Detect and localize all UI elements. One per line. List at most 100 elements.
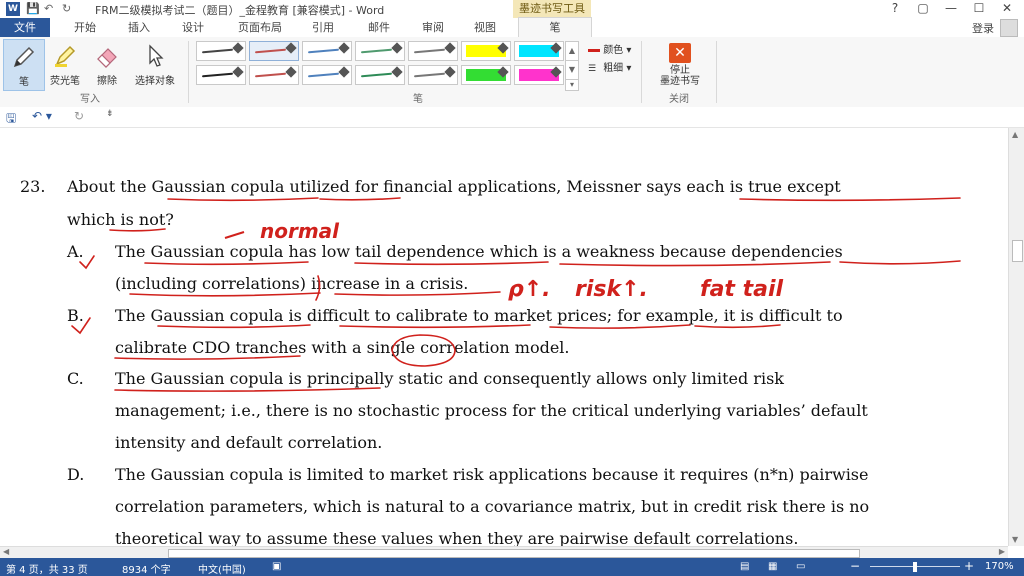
eraser-tool-label: 擦除 xyxy=(97,76,117,87)
option-c-line: management; i.e., there is no stochastic… xyxy=(115,401,868,420)
login-link[interactable]: 登录 xyxy=(972,20,994,36)
pen-swatch[interactable] xyxy=(355,41,405,61)
option-letter: D. xyxy=(67,465,85,484)
document-page[interactable]: 23. About the Gaussian copula utilized f… xyxy=(0,128,1008,546)
pen-swatch-stroke xyxy=(201,48,234,54)
horizontal-scroll-thumb[interactable] xyxy=(168,549,860,558)
tab-mailings[interactable]: 邮件 xyxy=(356,18,402,37)
ink-underline xyxy=(167,197,319,202)
save-icon[interactable]: 🖫 xyxy=(6,109,16,130)
stop-inking-button[interactable]: ✕ 停止 墨迹书写 xyxy=(650,39,710,89)
ribbon-divider xyxy=(641,41,642,103)
help-button[interactable]: ? xyxy=(884,1,906,15)
ink-risk-up-note: risk↑. xyxy=(575,277,648,302)
tab-design[interactable]: 设计 xyxy=(170,18,216,37)
tab-review[interactable]: 审阅 xyxy=(410,18,456,37)
highlighter-swatch[interactable] xyxy=(514,41,564,61)
tab-home[interactable]: 开始 xyxy=(62,18,108,37)
pen-swatch[interactable] xyxy=(302,65,352,85)
pen-swatch[interactable] xyxy=(355,65,405,85)
ink-tools-contextual-label: 墨迹书写工具 xyxy=(513,0,591,18)
vertical-scrollbar[interactable]: ▲ ▼ xyxy=(1008,128,1024,546)
option-a-line: (including correlations) increase in a c… xyxy=(115,274,469,293)
pen-swatch[interactable] xyxy=(196,65,246,85)
pen-swatch-stroke xyxy=(413,72,446,78)
ink-underline xyxy=(739,197,961,202)
tab-file[interactable]: 文件 xyxy=(0,18,50,37)
pen-swatch[interactable] xyxy=(249,65,299,85)
ink-underline xyxy=(129,292,321,297)
scroll-left-arrow[interactable]: ◀ xyxy=(3,547,9,556)
pen-tool-button[interactable]: 笔 xyxy=(3,39,45,91)
pen-thickness-button[interactable]: ☰ 粗细 ▾ xyxy=(588,59,631,74)
ribbon-display-button[interactable]: ▢ xyxy=(912,1,934,15)
pen-tip-icon xyxy=(444,66,456,78)
redo-icon[interactable]: ↻ xyxy=(74,109,84,123)
avatar[interactable] xyxy=(1000,19,1018,37)
page-count[interactable]: 第 4 页，共 33 页 xyxy=(6,561,88,576)
word-count[interactable]: 8934 个字 xyxy=(122,561,171,576)
ink-underline xyxy=(559,261,831,267)
gallery-scroll-up[interactable]: ▲ xyxy=(565,41,579,61)
option-b-line: The Gaussian copula is difficult to cali… xyxy=(115,306,843,325)
zoom-slider-thumb[interactable] xyxy=(913,562,917,572)
window-title: FRM二级模拟考试二（题目）_金程教育 [兼容模式] - Word xyxy=(95,4,385,17)
word-app-icon[interactable]: W xyxy=(6,2,20,16)
pen-swatch-stroke xyxy=(360,72,393,78)
highlighter-swatch[interactable] xyxy=(461,41,511,61)
zoom-out-button[interactable]: − xyxy=(850,559,860,573)
tab-page-layout[interactable]: 页面布局 xyxy=(228,18,292,37)
highlighter-swatch[interactable] xyxy=(514,65,564,85)
thickness-icon: ☰ xyxy=(588,64,597,74)
tab-insert[interactable]: 插入 xyxy=(116,18,162,37)
scroll-down-arrow[interactable]: ▼ xyxy=(1012,535,1018,544)
print-layout-icon[interactable]: ▦ xyxy=(768,561,777,572)
minimize-button[interactable]: — xyxy=(940,1,962,15)
tab-view[interactable]: 视图 xyxy=(462,18,508,37)
highlighter-swatch[interactable] xyxy=(461,65,511,85)
eraser-tool-button[interactable]: 擦除 xyxy=(87,39,127,89)
web-layout-icon[interactable]: ▭ xyxy=(796,561,805,572)
option-d-line: correlation parameters, which is natural… xyxy=(115,497,870,516)
language-indicator[interactable]: 中文(中国) xyxy=(198,561,246,576)
vertical-scroll-thumb[interactable] xyxy=(1012,240,1023,262)
ink-rho-up-note: ρ↑. xyxy=(508,277,551,302)
highlighter-icon xyxy=(55,45,76,67)
pen-thickness-label: 粗细 xyxy=(603,63,624,74)
select-objects-button[interactable]: 选择对象 xyxy=(128,39,182,89)
pen-tip-icon xyxy=(232,66,244,78)
pen-swatch[interactable] xyxy=(408,41,458,61)
pen-swatch[interactable] xyxy=(302,41,352,61)
undo-icon[interactable]: ↶ ▾ xyxy=(32,109,52,123)
gallery-more[interactable]: ▾ xyxy=(565,79,579,91)
zoom-in-button[interactable]: + xyxy=(964,559,974,573)
pen-swatch[interactable] xyxy=(249,41,299,61)
close-button[interactable]: ✕ xyxy=(996,1,1018,15)
question-number: 23. xyxy=(20,177,46,196)
zoom-level[interactable]: 170% xyxy=(985,561,1014,572)
pen-swatch-stroke xyxy=(307,48,340,54)
highlighter-tool-label: 荧光笔 xyxy=(50,76,80,87)
maximize-button[interactable]: ☐ xyxy=(968,1,990,15)
tab-references[interactable]: 引用 xyxy=(300,18,346,37)
quick-access-toolbar: 🖫 ↶ ▾ ↻ ⇟ xyxy=(0,107,1024,128)
option-a-line: The Gaussian copula has low tail depende… xyxy=(115,242,843,261)
tab-pen[interactable]: 笔 xyxy=(518,17,592,38)
select-objects-label: 选择对象 xyxy=(135,76,175,87)
pen-swatch[interactable] xyxy=(196,41,246,61)
option-d-line: theoretical way to assume these values w… xyxy=(115,529,799,546)
read-mode-icon[interactable]: ▤ xyxy=(740,561,749,572)
save-icon[interactable]: 💾 xyxy=(26,2,40,15)
highlighter-tool-button[interactable]: 荧光笔 xyxy=(45,39,85,89)
scroll-right-arrow[interactable]: ▶ xyxy=(999,547,1005,556)
macro-record-icon[interactable]: ▣ xyxy=(272,561,281,572)
pen-swatch-stroke xyxy=(201,72,234,78)
pen-swatch[interactable] xyxy=(408,65,458,85)
ink-fat-tail-note: fat tail xyxy=(700,277,783,302)
redo-icon[interactable]: ↻ xyxy=(62,2,71,15)
gallery-scroll-down[interactable]: ▼ xyxy=(565,60,579,80)
customize-toolbar-icon[interactable]: ⇟ xyxy=(106,109,114,119)
scroll-up-arrow[interactable]: ▲ xyxy=(1012,130,1018,139)
pen-color-button[interactable]: 颜色 ▾ xyxy=(588,41,631,56)
undo-icon[interactable]: ↶ xyxy=(44,2,53,15)
